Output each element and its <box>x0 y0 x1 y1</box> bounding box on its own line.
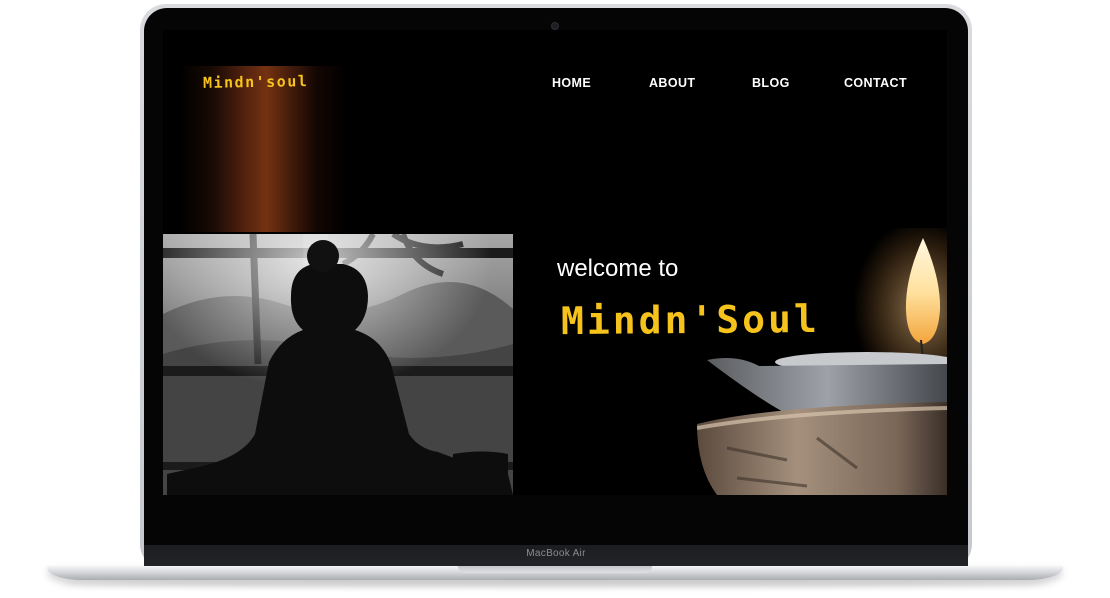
nav-home-link[interactable]: HOME <box>552 76 591 90</box>
laptop-model-label: MacBook Air <box>526 548 586 559</box>
nav-blog-link[interactable]: BLOG <box>752 76 790 90</box>
laptop-base-notch <box>458 566 652 573</box>
meditation-photo <box>163 234 513 495</box>
nav-contact-link[interactable]: CONTACT <box>844 76 907 90</box>
nav-about-link[interactable]: ABOUT <box>649 76 695 90</box>
laptop-shadow <box>60 580 1050 588</box>
main-nav: HOME ABOUT BLOG CONTACT <box>0 76 1110 94</box>
candle-photo <box>697 228 947 495</box>
camera-icon <box>551 22 559 30</box>
hero-welcome-text: welcome to <box>557 255 679 282</box>
